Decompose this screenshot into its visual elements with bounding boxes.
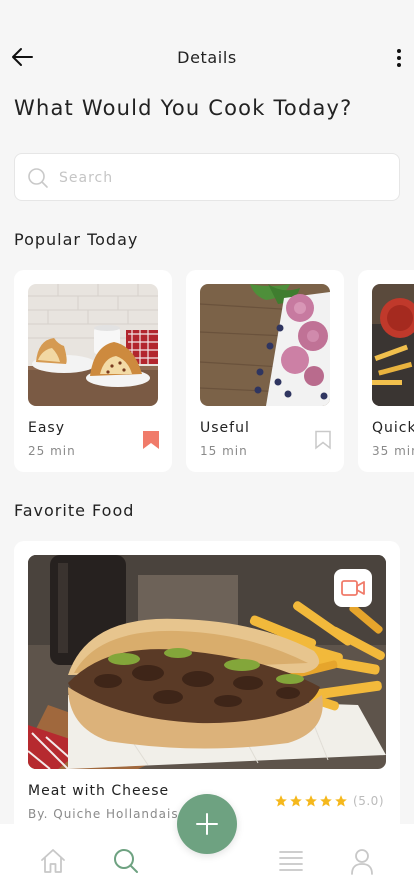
plus-icon <box>196 813 218 835</box>
search-icon <box>28 168 48 188</box>
recipe-image-ice-cream <box>200 284 330 406</box>
star-icon <box>290 795 302 807</box>
recipe-image-fries <box>372 284 414 406</box>
rating-score: (5.0) <box>353 794 384 808</box>
favorite-food-image <box>28 555 386 769</box>
section-title-favorite: Favorite Food <box>14 501 135 520</box>
search-input[interactable] <box>59 166 379 190</box>
add-recipe-button[interactable] <box>177 794 237 854</box>
recipe-card-easy[interactable]: Easy 25 min <box>14 270 172 472</box>
star-icon <box>305 795 317 807</box>
star-icon <box>335 795 347 807</box>
rating: (5.0) <box>273 793 384 809</box>
profile-icon[interactable] <box>347 846 377 876</box>
video-button[interactable] <box>334 569 372 607</box>
video-camera-icon <box>341 580 365 596</box>
star-icon <box>320 795 332 807</box>
bookmark-outline-icon[interactable] <box>314 430 332 450</box>
home-icon[interactable] <box>38 846 68 876</box>
recipe-title: Easy <box>28 420 66 436</box>
section-title-popular: Popular Today <box>14 230 139 249</box>
popular-carousel[interactable]: Easy 25 min Useful 15 min Quick 35 mi <box>14 270 414 472</box>
favorite-food-name: Meat with Cheese <box>28 783 170 799</box>
list-icon[interactable] <box>276 846 306 876</box>
app-header: Details <box>0 38 414 78</box>
recipe-title: Quick <box>372 420 414 436</box>
search-bar[interactable] <box>14 153 400 201</box>
recipe-time: 15 min <box>200 444 248 458</box>
favorite-food-author: By. Quiche Hollandaise <box>28 807 187 821</box>
page-title: What Would You Cook Today? <box>14 96 353 120</box>
recipe-time: 25 min <box>28 444 76 458</box>
bookmark-filled-icon[interactable] <box>142 430 160 450</box>
star-icon <box>275 795 287 807</box>
recipe-image-cake <box>28 284 158 406</box>
search-icon[interactable] <box>111 846 141 876</box>
recipe-card-quick[interactable]: Quick 35 min <box>358 270 414 472</box>
more-vertical-icon[interactable] <box>392 46 406 70</box>
recipe-time: 35 min <box>372 444 414 458</box>
recipe-card-useful[interactable]: Useful 15 min <box>186 270 344 472</box>
recipe-title: Useful <box>200 420 250 436</box>
header-title: Details <box>177 48 237 67</box>
